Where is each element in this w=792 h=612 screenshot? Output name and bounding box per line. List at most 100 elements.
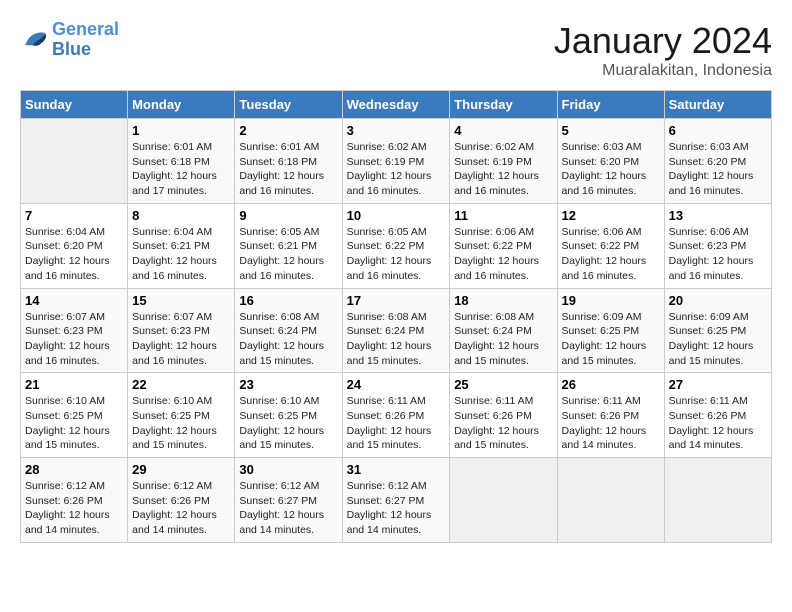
calendar-cell: [664, 458, 771, 543]
calendar-cell: 8Sunrise: 6:04 AM Sunset: 6:21 PM Daylig…: [128, 203, 235, 288]
day-number: 11: [454, 208, 552, 223]
day-info: Sunrise: 6:05 AM Sunset: 6:21 PM Dayligh…: [239, 225, 337, 284]
week-row-3: 14Sunrise: 6:07 AM Sunset: 6:23 PM Dayli…: [21, 288, 772, 373]
calendar-cell: 26 Sunrise: 6:11 AM Sunset: 6:26 PM Dayli…: [557, 373, 664, 458]
day-number: 25: [454, 377, 552, 392]
day-info: Sunrise: 6:08 AM Sunset: 6:24 PM Dayligh…: [454, 310, 552, 369]
calendar-cell: 17 Sunrise: 6:08 AM Sunset: 6:24 PM Dayli…: [342, 288, 450, 373]
day-info: Sunrise: 6:10 AM Sunset: 6:25 PM Dayligh…: [132, 394, 230, 453]
day-number: 13: [669, 208, 767, 223]
logo-text: General Blue: [52, 20, 119, 60]
day-info: Sunrise: 6:03 AM Sunset: 6:20 PM Dayligh…: [562, 140, 660, 199]
calendar-cell: 28 Sunrise: 6:12 AM Sunset: 6:26 PM Dayli…: [21, 458, 128, 543]
calendar-cell: 20Sunrise: 6:09 AM Sunset: 6:25 PM Dayli…: [664, 288, 771, 373]
day-number: 2: [239, 123, 337, 138]
day-info: Sunrise: 6:04 AM Sunset: 6:20 PM Dayligh…: [25, 225, 123, 284]
day-info: Sunrise: 6:06 AM Sunset: 6:23 PM Dayligh…: [669, 225, 767, 284]
header-day-thursday: Thursday: [450, 91, 557, 119]
day-info: Sunrise: 6:11 AM Sunset: 6:26 PM Dayligh…: [562, 394, 660, 453]
day-info: Sunrise: 6:06 AM Sunset: 6:22 PM Dayligh…: [454, 225, 552, 284]
week-row-5: 28 Sunrise: 6:12 AM Sunset: 6:26 PM Dayli…: [21, 458, 772, 543]
day-number: 1: [132, 123, 230, 138]
day-number: 19: [562, 293, 660, 308]
title-block: January 2024 Muaralakitan, Indonesia: [554, 20, 772, 80]
calendar-cell: 11 Sunrise: 6:06 AM Sunset: 6:22 PM Dayli…: [450, 203, 557, 288]
day-number: 27: [669, 377, 767, 392]
day-info: Sunrise: 6:12 AM Sunset: 6:27 PM Dayligh…: [347, 479, 446, 538]
calendar-cell: [21, 119, 128, 204]
day-number: 12: [562, 208, 660, 223]
calendar-title: January 2024: [554, 20, 772, 62]
calendar-cell: 19 Sunrise: 6:09 AM Sunset: 6:25 PM Dayli…: [557, 288, 664, 373]
calendar-cell: 7Sunrise: 6:04 AM Sunset: 6:20 PM Daylig…: [21, 203, 128, 288]
day-info: Sunrise: 6:01 AM Sunset: 6:18 PM Dayligh…: [239, 140, 337, 199]
calendar-cell: 12 Sunrise: 6:06 AM Sunset: 6:22 PM Dayli…: [557, 203, 664, 288]
page-header: General Blue January 2024 Muaralakitan, …: [20, 20, 772, 80]
week-row-2: 7Sunrise: 6:04 AM Sunset: 6:20 PM Daylig…: [21, 203, 772, 288]
header-day-wednesday: Wednesday: [342, 91, 450, 119]
header-day-friday: Friday: [557, 91, 664, 119]
calendar-cell: 6 Sunrise: 6:03 AM Sunset: 6:20 PM Daylig…: [664, 119, 771, 204]
day-number: 16: [239, 293, 337, 308]
header-day-saturday: Saturday: [664, 91, 771, 119]
calendar-cell: 2 Sunrise: 6:01 AM Sunset: 6:18 PM Daylig…: [235, 119, 342, 204]
calendar-cell: 14Sunrise: 6:07 AM Sunset: 6:23 PM Dayli…: [21, 288, 128, 373]
day-info: Sunrise: 6:10 AM Sunset: 6:25 PM Dayligh…: [239, 394, 337, 453]
calendar-cell: 29 Sunrise: 6:12 AM Sunset: 6:26 PM Dayli…: [128, 458, 235, 543]
day-number: 21: [25, 377, 123, 392]
day-info: Sunrise: 6:09 AM Sunset: 6:25 PM Dayligh…: [562, 310, 660, 369]
calendar-cell: 15Sunrise: 6:07 AM Sunset: 6:23 PM Dayli…: [128, 288, 235, 373]
day-number: 15: [132, 293, 230, 308]
day-number: 22: [132, 377, 230, 392]
day-info: Sunrise: 6:07 AM Sunset: 6:23 PM Dayligh…: [25, 310, 123, 369]
day-info: Sunrise: 6:10 AM Sunset: 6:25 PM Dayligh…: [25, 394, 123, 453]
header-day-tuesday: Tuesday: [235, 91, 342, 119]
day-info: Sunrise: 6:11 AM Sunset: 6:26 PM Dayligh…: [669, 394, 767, 453]
calendar-cell: 23 Sunrise: 6:10 AM Sunset: 6:25 PM Dayli…: [235, 373, 342, 458]
day-info: Sunrise: 6:02 AM Sunset: 6:19 PM Dayligh…: [454, 140, 552, 199]
day-number: 17: [347, 293, 446, 308]
day-info: Sunrise: 6:05 AM Sunset: 6:22 PM Dayligh…: [347, 225, 446, 284]
calendar-cell: 5 Sunrise: 6:03 AM Sunset: 6:20 PM Daylig…: [557, 119, 664, 204]
day-number: 20: [669, 293, 767, 308]
calendar-cell: 10 Sunrise: 6:05 AM Sunset: 6:22 PM Dayli…: [342, 203, 450, 288]
day-number: 24: [347, 377, 446, 392]
calendar-cell: 9 Sunrise: 6:05 AM Sunset: 6:21 PM Daylig…: [235, 203, 342, 288]
day-number: 30: [239, 462, 337, 477]
day-info: Sunrise: 6:08 AM Sunset: 6:24 PM Dayligh…: [239, 310, 337, 369]
day-number: 5: [562, 123, 660, 138]
logo: General Blue: [20, 20, 119, 60]
calendar-cell: 31 Sunrise: 6:12 AM Sunset: 6:27 PM Dayli…: [342, 458, 450, 543]
day-number: 4: [454, 123, 552, 138]
day-number: 29: [132, 462, 230, 477]
calendar-cell: 24Sunrise: 6:11 AM Sunset: 6:26 PM Dayli…: [342, 373, 450, 458]
day-info: Sunrise: 6:03 AM Sunset: 6:20 PM Dayligh…: [669, 140, 767, 199]
day-info: Sunrise: 6:12 AM Sunset: 6:26 PM Dayligh…: [25, 479, 123, 538]
day-number: 18: [454, 293, 552, 308]
day-number: 28: [25, 462, 123, 477]
header-row: SundayMondayTuesdayWednesdayThursdayFrid…: [21, 91, 772, 119]
day-number: 9: [239, 208, 337, 223]
calendar-cell: 16 Sunrise: 6:08 AM Sunset: 6:24 PM Dayli…: [235, 288, 342, 373]
day-info: Sunrise: 6:12 AM Sunset: 6:26 PM Dayligh…: [132, 479, 230, 538]
calendar-cell: 30Sunrise: 6:12 AM Sunset: 6:27 PM Dayli…: [235, 458, 342, 543]
day-number: 6: [669, 123, 767, 138]
week-row-1: 1 Sunrise: 6:01 AM Sunset: 6:18 PM Daylig…: [21, 119, 772, 204]
day-info: Sunrise: 6:06 AM Sunset: 6:22 PM Dayligh…: [562, 225, 660, 284]
day-info: Sunrise: 6:02 AM Sunset: 6:19 PM Dayligh…: [347, 140, 446, 199]
calendar-cell: 18 Sunrise: 6:08 AM Sunset: 6:24 PM Dayli…: [450, 288, 557, 373]
day-number: 26: [562, 377, 660, 392]
day-number: 23: [239, 377, 337, 392]
day-info: Sunrise: 6:08 AM Sunset: 6:24 PM Dayligh…: [347, 310, 446, 369]
day-number: 31: [347, 462, 446, 477]
header-day-sunday: Sunday: [21, 91, 128, 119]
day-number: 8: [132, 208, 230, 223]
calendar-table: SundayMondayTuesdayWednesdayThursdayFrid…: [20, 90, 772, 543]
calendar-cell: 22 Sunrise: 6:10 AM Sunset: 6:25 PM Dayli…: [128, 373, 235, 458]
calendar-subtitle: Muaralakitan, Indonesia: [554, 62, 772, 80]
day-number: 10: [347, 208, 446, 223]
calendar-cell: 13 Sunrise: 6:06 AM Sunset: 6:23 PM Dayli…: [664, 203, 771, 288]
day-info: Sunrise: 6:01 AM Sunset: 6:18 PM Dayligh…: [132, 140, 230, 199]
header-day-monday: Monday: [128, 91, 235, 119]
calendar-cell: 1 Sunrise: 6:01 AM Sunset: 6:18 PM Daylig…: [128, 119, 235, 204]
